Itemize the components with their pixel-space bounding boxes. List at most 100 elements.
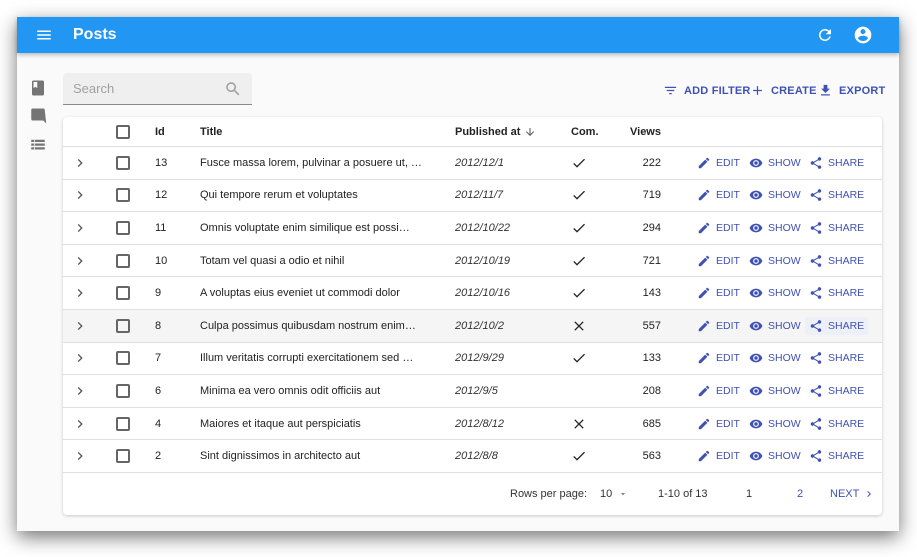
- row-checkbox[interactable]: [116, 383, 130, 398]
- edit-button[interactable]: EDIT: [693, 415, 744, 433]
- cell-published-at: 2012/10/2: [455, 319, 504, 332]
- show-button[interactable]: SHOW: [745, 447, 805, 465]
- expand-chevron-icon[interactable]: [72, 285, 88, 301]
- eye-icon: [749, 321, 763, 331]
- row-checkbox[interactable]: [116, 318, 130, 333]
- header-commentable[interactable]: Com.: [571, 126, 599, 138]
- expand-chevron-icon[interactable]: [72, 220, 88, 236]
- expand-chevron-icon[interactable]: [72, 318, 88, 334]
- show-label: SHOW: [768, 450, 801, 463]
- row-checkbox[interactable]: [116, 286, 130, 301]
- cell-id: 13: [155, 156, 168, 169]
- page-1-button[interactable]: 1: [746, 488, 752, 500]
- export-label: EXPORT: [839, 84, 886, 97]
- table-row[interactable]: 6 Minima ea vero omnis odit officiis aut…: [63, 375, 882, 408]
- row-checkbox[interactable]: [116, 351, 130, 366]
- expand-chevron-icon[interactable]: [72, 155, 88, 171]
- edit-button[interactable]: EDIT: [693, 186, 744, 204]
- next-page-button[interactable]: NEXT: [830, 488, 875, 500]
- show-button[interactable]: SHOW: [745, 415, 805, 433]
- cell-views: 294: [642, 221, 661, 234]
- search-input[interactable]: [73, 81, 213, 96]
- table-row[interactable]: 12 Qui tempore rerum et voluptates 2012/…: [63, 180, 882, 213]
- edit-label: EDIT: [716, 221, 740, 234]
- create-button[interactable]: CREATE: [750, 83, 817, 98]
- share-button[interactable]: SHARE: [805, 447, 868, 465]
- show-label: SHOW: [768, 384, 801, 397]
- edit-button[interactable]: EDIT: [693, 447, 744, 465]
- row-checkbox[interactable]: [116, 449, 130, 464]
- show-button[interactable]: SHOW: [745, 186, 805, 204]
- pencil-icon: [698, 222, 710, 234]
- book-icon[interactable]: [29, 79, 47, 97]
- expand-chevron-icon[interactable]: [72, 416, 88, 432]
- share-button[interactable]: SHARE: [805, 154, 868, 172]
- expand-chevron-icon[interactable]: [72, 383, 88, 399]
- show-button[interactable]: SHOW: [745, 154, 805, 172]
- filter-icon: [664, 86, 677, 95]
- rows-per-page-select[interactable]: 10: [600, 488, 628, 500]
- cell-title: Minima ea vero omnis odit officiis aut: [200, 384, 381, 397]
- search-field[interactable]: [63, 73, 252, 105]
- add-filter-button[interactable]: ADD FILTER: [663, 83, 751, 98]
- cell-published-at: 2012/9/5: [455, 384, 498, 397]
- header-id[interactable]: Id: [155, 126, 165, 138]
- row-checkbox[interactable]: [116, 155, 130, 170]
- show-button[interactable]: SHOW: [745, 382, 805, 400]
- edit-button[interactable]: EDIT: [693, 317, 744, 335]
- expand-chevron-icon[interactable]: [72, 350, 88, 366]
- edit-button[interactable]: EDIT: [693, 219, 744, 237]
- share-button[interactable]: SHARE: [805, 284, 868, 302]
- row-checkbox[interactable]: [116, 416, 130, 431]
- list-icon[interactable]: [29, 136, 47, 154]
- expand-chevron-icon[interactable]: [72, 187, 88, 203]
- header-published-at[interactable]: Published at: [455, 126, 536, 138]
- show-button[interactable]: SHOW: [745, 284, 805, 302]
- account-circle-icon[interactable]: [853, 25, 873, 45]
- page-2-button[interactable]: 2: [797, 488, 803, 500]
- share-label: SHARE: [828, 417, 865, 430]
- row-checkbox[interactable]: [116, 253, 130, 268]
- show-button[interactable]: SHOW: [745, 219, 805, 237]
- share-button[interactable]: SHARE: [805, 415, 868, 433]
- menu-icon[interactable]: [35, 26, 53, 44]
- table-row[interactable]: 11 Omnis voluptate enim similique est po…: [63, 212, 882, 245]
- expand-chevron-icon[interactable]: [72, 253, 88, 269]
- share-icon: [810, 417, 822, 430]
- share-icon: [810, 450, 822, 462]
- share-button[interactable]: SHARE: [805, 186, 868, 204]
- edit-button[interactable]: EDIT: [693, 154, 744, 172]
- export-button[interactable]: EXPORT: [818, 83, 885, 98]
- show-button[interactable]: SHOW: [745, 317, 805, 335]
- header-views[interactable]: Views: [630, 126, 661, 138]
- header-title[interactable]: Title: [200, 126, 222, 138]
- comment-icon[interactable]: [29, 107, 47, 125]
- show-button[interactable]: SHOW: [745, 349, 805, 367]
- table-row[interactable]: 13 Fusce massa lorem, pulvinar a posuere…: [63, 147, 882, 180]
- share-button[interactable]: SHARE: [805, 382, 868, 400]
- share-button[interactable]: SHARE: [805, 219, 868, 237]
- share-icon: [810, 352, 822, 365]
- row-checkbox[interactable]: [116, 188, 130, 203]
- cell-id: 10: [155, 254, 168, 267]
- table-row[interactable]: 2 Sint dignissimos in architecto aut 201…: [63, 440, 882, 473]
- edit-button[interactable]: EDIT: [693, 252, 744, 270]
- table-row[interactable]: 8 Culpa possimus quibusdam nostrum enim……: [63, 310, 882, 343]
- select-all-checkbox[interactable]: [116, 124, 130, 139]
- share-button[interactable]: SHARE: [805, 252, 868, 270]
- edit-button[interactable]: EDIT: [693, 349, 744, 367]
- row-checkbox[interactable]: [116, 220, 130, 235]
- share-button[interactable]: SHARE: [805, 316, 869, 335]
- share-button[interactable]: SHARE: [805, 349, 868, 367]
- show-button[interactable]: SHOW: [745, 252, 805, 270]
- rows-per-page-value: 10: [600, 488, 613, 500]
- edit-button[interactable]: EDIT: [693, 284, 744, 302]
- edit-button[interactable]: EDIT: [693, 382, 744, 400]
- table-row[interactable]: 4 Maiores et itaque aut perspiciatis 201…: [63, 408, 882, 441]
- table-row[interactable]: 7 Illum veritatis corrupti exercitatione…: [63, 343, 882, 376]
- table-row[interactable]: 10 Totam vel quasi a odio et nihil 2012/…: [63, 245, 882, 278]
- refresh-icon[interactable]: [816, 26, 834, 44]
- eye-icon: [749, 223, 763, 233]
- table-row[interactable]: 9 A voluptas eius eveniet ut commodi dol…: [63, 277, 882, 310]
- expand-chevron-icon[interactable]: [72, 448, 88, 464]
